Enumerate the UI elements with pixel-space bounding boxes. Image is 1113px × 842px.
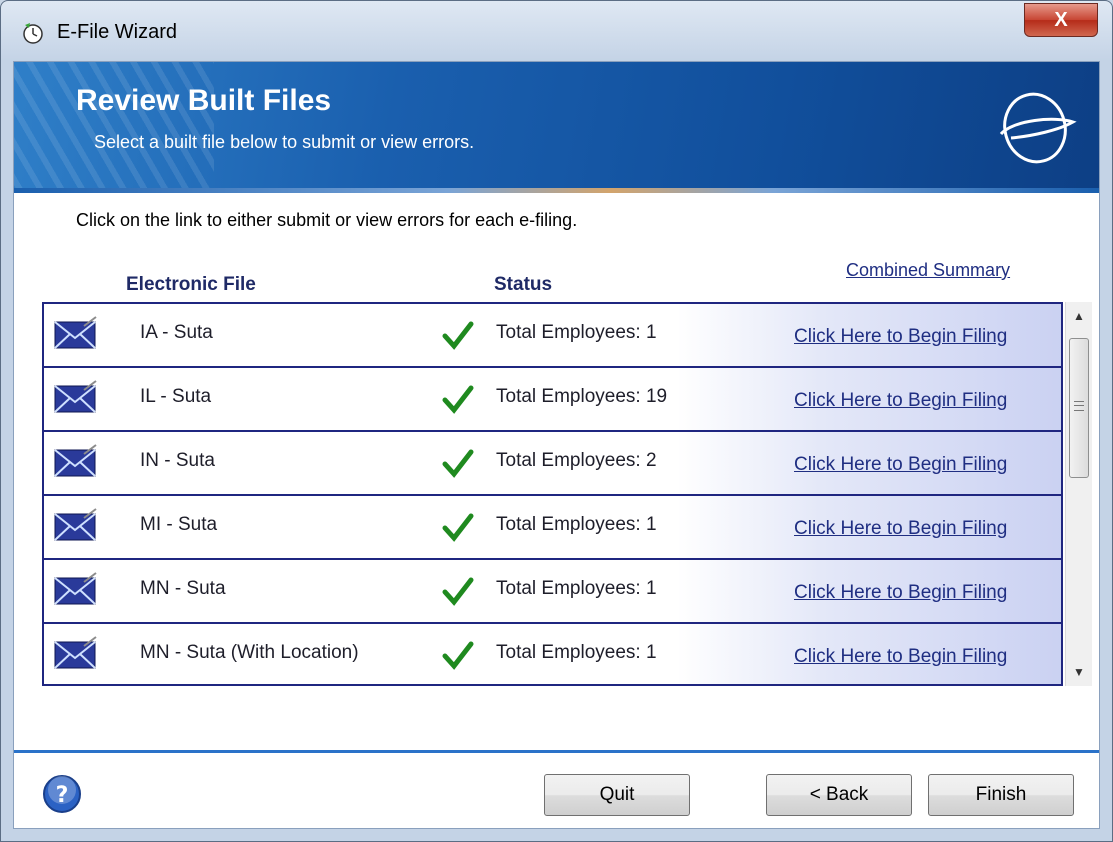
file-name: IN - Suta — [140, 450, 215, 471]
file-name: MN - Suta — [140, 578, 226, 599]
envelope-icon — [54, 572, 97, 605]
file-status: Total Employees: 1 — [496, 642, 657, 663]
combined-summary-link[interactable]: Combined Summary — [846, 260, 1010, 281]
file-status: Total Employees: 19 — [496, 386, 668, 407]
back-button[interactable]: < Back — [766, 774, 912, 816]
file-row-mn-suta: MN - Suta Total Employees: 1 Click Here … — [44, 560, 1061, 624]
begin-filing-link[interactable]: Click Here to Begin Filing — [794, 454, 1007, 476]
begin-filing-link[interactable]: Click Here to Begin Filing — [794, 582, 1007, 604]
file-row-in-suta: IN - Suta Total Employees: 2 Click Here … — [44, 432, 1061, 496]
file-name: IL - Suta — [140, 386, 212, 407]
checkmark-icon — [442, 321, 474, 350]
scroll-up-arrow-icon[interactable]: ▲ — [1066, 302, 1092, 330]
header-banner: Review Built Files Select a built file b… — [14, 62, 1099, 188]
file-row-mi-suta: MI - Suta Total Employees: 1 Click Here … — [44, 496, 1061, 560]
file-status: Total Employees: 1 — [496, 322, 657, 343]
help-icon[interactable]: ? — [42, 774, 82, 814]
scroll-thumb[interactable] — [1069, 338, 1089, 478]
built-files-list: IA - Suta Total Employees: 1 Click Here … — [42, 302, 1063, 686]
checkmark-icon — [442, 385, 474, 414]
envelope-icon — [54, 508, 97, 541]
file-name: IA - Suta — [140, 322, 213, 343]
efile-logo-icon — [999, 92, 1077, 164]
envelope-icon — [54, 380, 97, 413]
file-row-ia-suta: IA - Suta Total Employees: 1 Click Here … — [44, 304, 1061, 368]
window-title: E-File Wizard — [57, 21, 178, 43]
close-button[interactable]: X — [1024, 3, 1098, 37]
checkmark-icon — [442, 577, 474, 606]
file-status: Total Employees: 1 — [496, 514, 657, 535]
envelope-icon — [54, 316, 97, 349]
svg-text:?: ? — [56, 783, 69, 808]
quit-button[interactable]: Quit — [544, 774, 690, 816]
vertical-scrollbar[interactable]: ▲ ▼ — [1065, 302, 1092, 686]
checkmark-icon — [442, 449, 474, 478]
page-title: Review Built Files — [76, 84, 332, 117]
wizard-clock-icon — [23, 23, 43, 44]
checkmark-icon — [442, 513, 474, 542]
scroll-grip-icon — [1074, 401, 1084, 411]
column-header-status: Status — [494, 274, 553, 295]
banner-divider — [14, 188, 1099, 193]
envelope-icon — [54, 636, 97, 669]
footer-divider — [14, 750, 1099, 753]
begin-filing-link[interactable]: Click Here to Begin Filing — [794, 646, 1007, 668]
e-file-wizard-window: E-File Wizard X Review Built Files Selec… — [0, 0, 1113, 842]
file-status: Total Employees: 2 — [496, 450, 657, 471]
column-header-electronic-file: Electronic File — [126, 274, 256, 295]
begin-filing-link[interactable]: Click Here to Begin Filing — [794, 390, 1007, 412]
envelope-icon — [54, 444, 97, 477]
file-name: MI - Suta — [140, 514, 218, 535]
page-subtitle: Select a built file below to submit or v… — [94, 132, 475, 152]
instructions-text: Click on the link to either submit or vi… — [76, 210, 578, 230]
wizard-content: Review Built Files Select a built file b… — [13, 61, 1100, 829]
file-status: Total Employees: 1 — [496, 578, 657, 599]
scroll-down-arrow-icon[interactable]: ▼ — [1066, 658, 1092, 686]
file-row-il-suta: IL - Suta Total Employees: 19 Click Here… — [44, 368, 1061, 432]
title-bar[interactable]: E-File Wizard X — [1, 1, 1112, 61]
finish-button[interactable]: Finish — [928, 774, 1074, 816]
checkmark-icon — [442, 641, 474, 670]
file-row-mn-suta-with-location: MN - Suta (With Location) Total Employee… — [44, 624, 1061, 684]
file-name: MN - Suta (With Location) — [140, 642, 359, 663]
begin-filing-link[interactable]: Click Here to Begin Filing — [794, 326, 1007, 348]
begin-filing-link[interactable]: Click Here to Begin Filing — [794, 518, 1007, 540]
